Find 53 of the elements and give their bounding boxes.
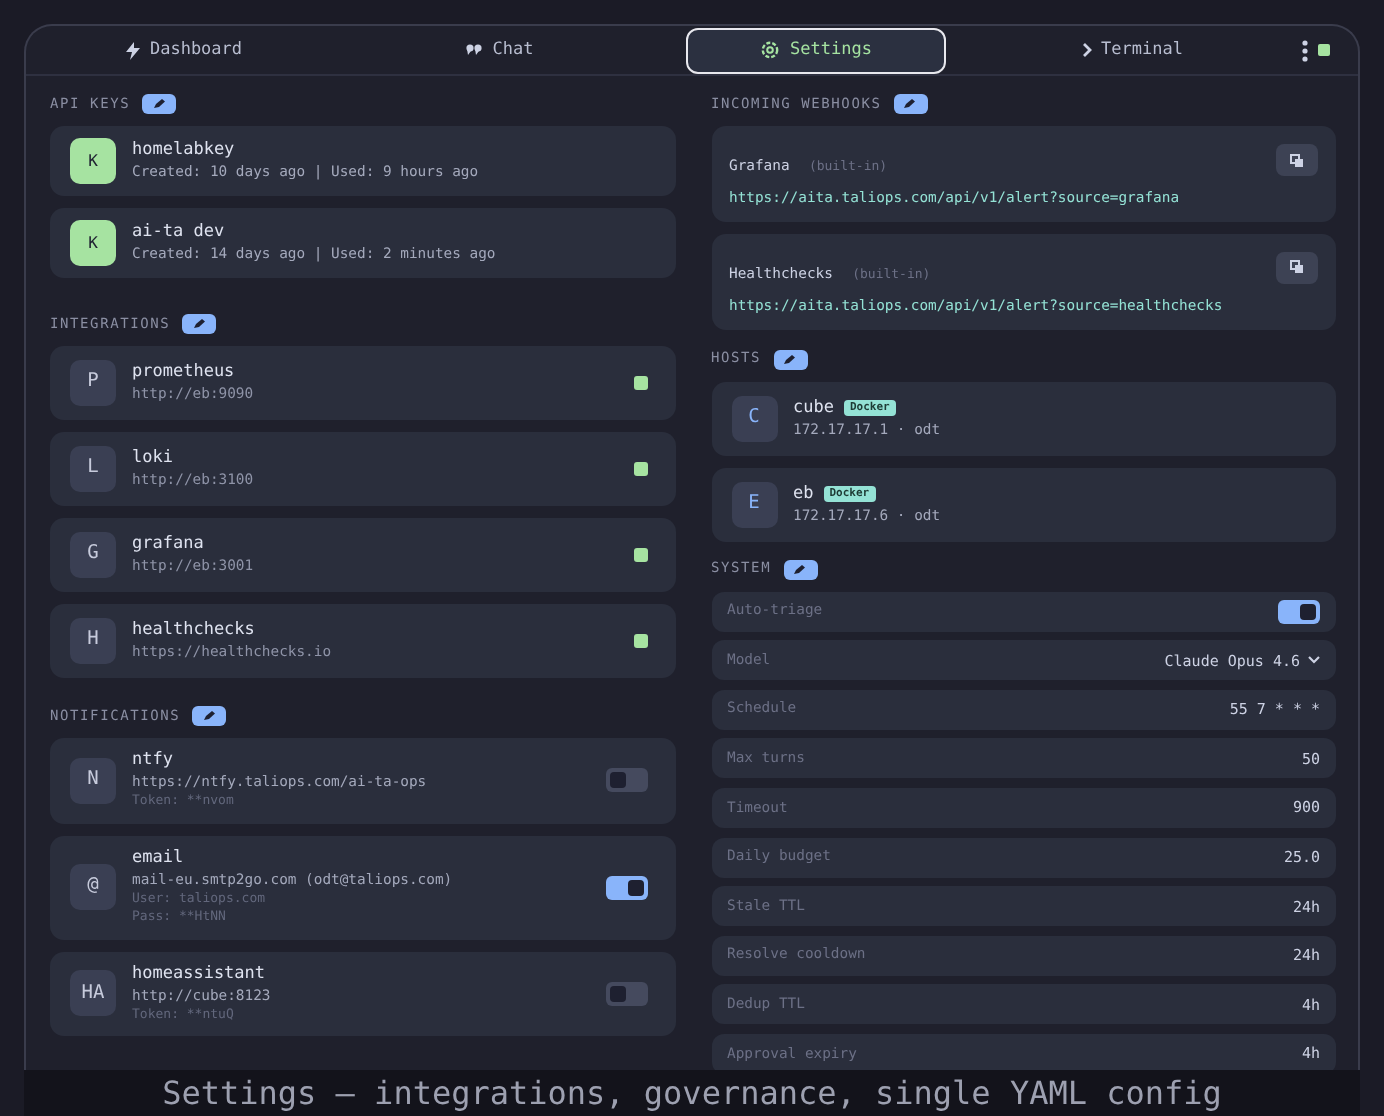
caption-banner: Settings — integrations, governance, single YAML config xyxy=(24,1070,1360,1116)
toggle-switch[interactable] xyxy=(605,768,647,793)
item-name: healthchecks xyxy=(132,620,257,642)
avatar: HA xyxy=(70,970,116,1017)
avatar: @ xyxy=(70,864,116,910)
tab[interactable]: Settings xyxy=(686,27,946,73)
pencil-icon xyxy=(792,563,809,576)
item-name: ai-ta dev xyxy=(132,222,227,244)
chevron-down-icon xyxy=(1308,656,1320,665)
host-name: cube xyxy=(793,397,834,418)
copy-icon xyxy=(1290,260,1304,275)
item-name: loki xyxy=(132,448,175,470)
edit-button[interactable] xyxy=(893,94,928,114)
settings-icon xyxy=(760,40,781,60)
item-name: grafana xyxy=(132,534,206,556)
avatar: P xyxy=(70,360,116,406)
edit-button[interactable] xyxy=(783,559,818,580)
quote-icon xyxy=(466,44,483,56)
avatar: L xyxy=(70,446,116,492)
item-name: homelabkey xyxy=(132,140,237,162)
item-name: ntfy xyxy=(132,750,175,772)
edit-button[interactable] xyxy=(182,314,217,334)
tab[interactable]: Dashboard xyxy=(54,27,314,73)
lightning-icon xyxy=(125,41,140,59)
avatar: K xyxy=(70,220,116,266)
pencil-icon xyxy=(902,98,919,110)
item-name: homeassistant xyxy=(132,963,268,985)
item-name: prometheus xyxy=(132,362,237,384)
item-name: email xyxy=(132,847,186,869)
copy-button[interactable] xyxy=(1276,144,1318,176)
avatar: N xyxy=(70,757,116,804)
toggle-switch[interactable] xyxy=(605,875,647,899)
avatar: H xyxy=(70,618,116,664)
avatar: E xyxy=(731,481,777,528)
copy-button[interactable] xyxy=(1276,251,1318,284)
toggle-switch[interactable] xyxy=(1278,599,1320,624)
tab[interactable]: Chat xyxy=(370,27,630,73)
chevron-right-icon xyxy=(1081,42,1092,58)
edit-button[interactable] xyxy=(142,94,177,114)
toggle-switch[interactable] xyxy=(605,981,647,1006)
copy-icon xyxy=(1290,153,1304,167)
avatar: G xyxy=(70,532,116,578)
edit-button[interactable] xyxy=(773,349,808,370)
avatar: K xyxy=(70,138,116,184)
pencil-icon xyxy=(201,710,218,722)
pencil-icon xyxy=(782,353,799,366)
host-name: eb xyxy=(793,483,814,504)
menu-icon[interactable] xyxy=(1302,39,1308,61)
pencil-icon xyxy=(151,98,168,110)
avatar: C xyxy=(731,395,777,442)
pencil-icon xyxy=(191,318,208,330)
tab[interactable]: Terminal xyxy=(1002,27,1262,73)
edit-button[interactable] xyxy=(192,706,227,726)
